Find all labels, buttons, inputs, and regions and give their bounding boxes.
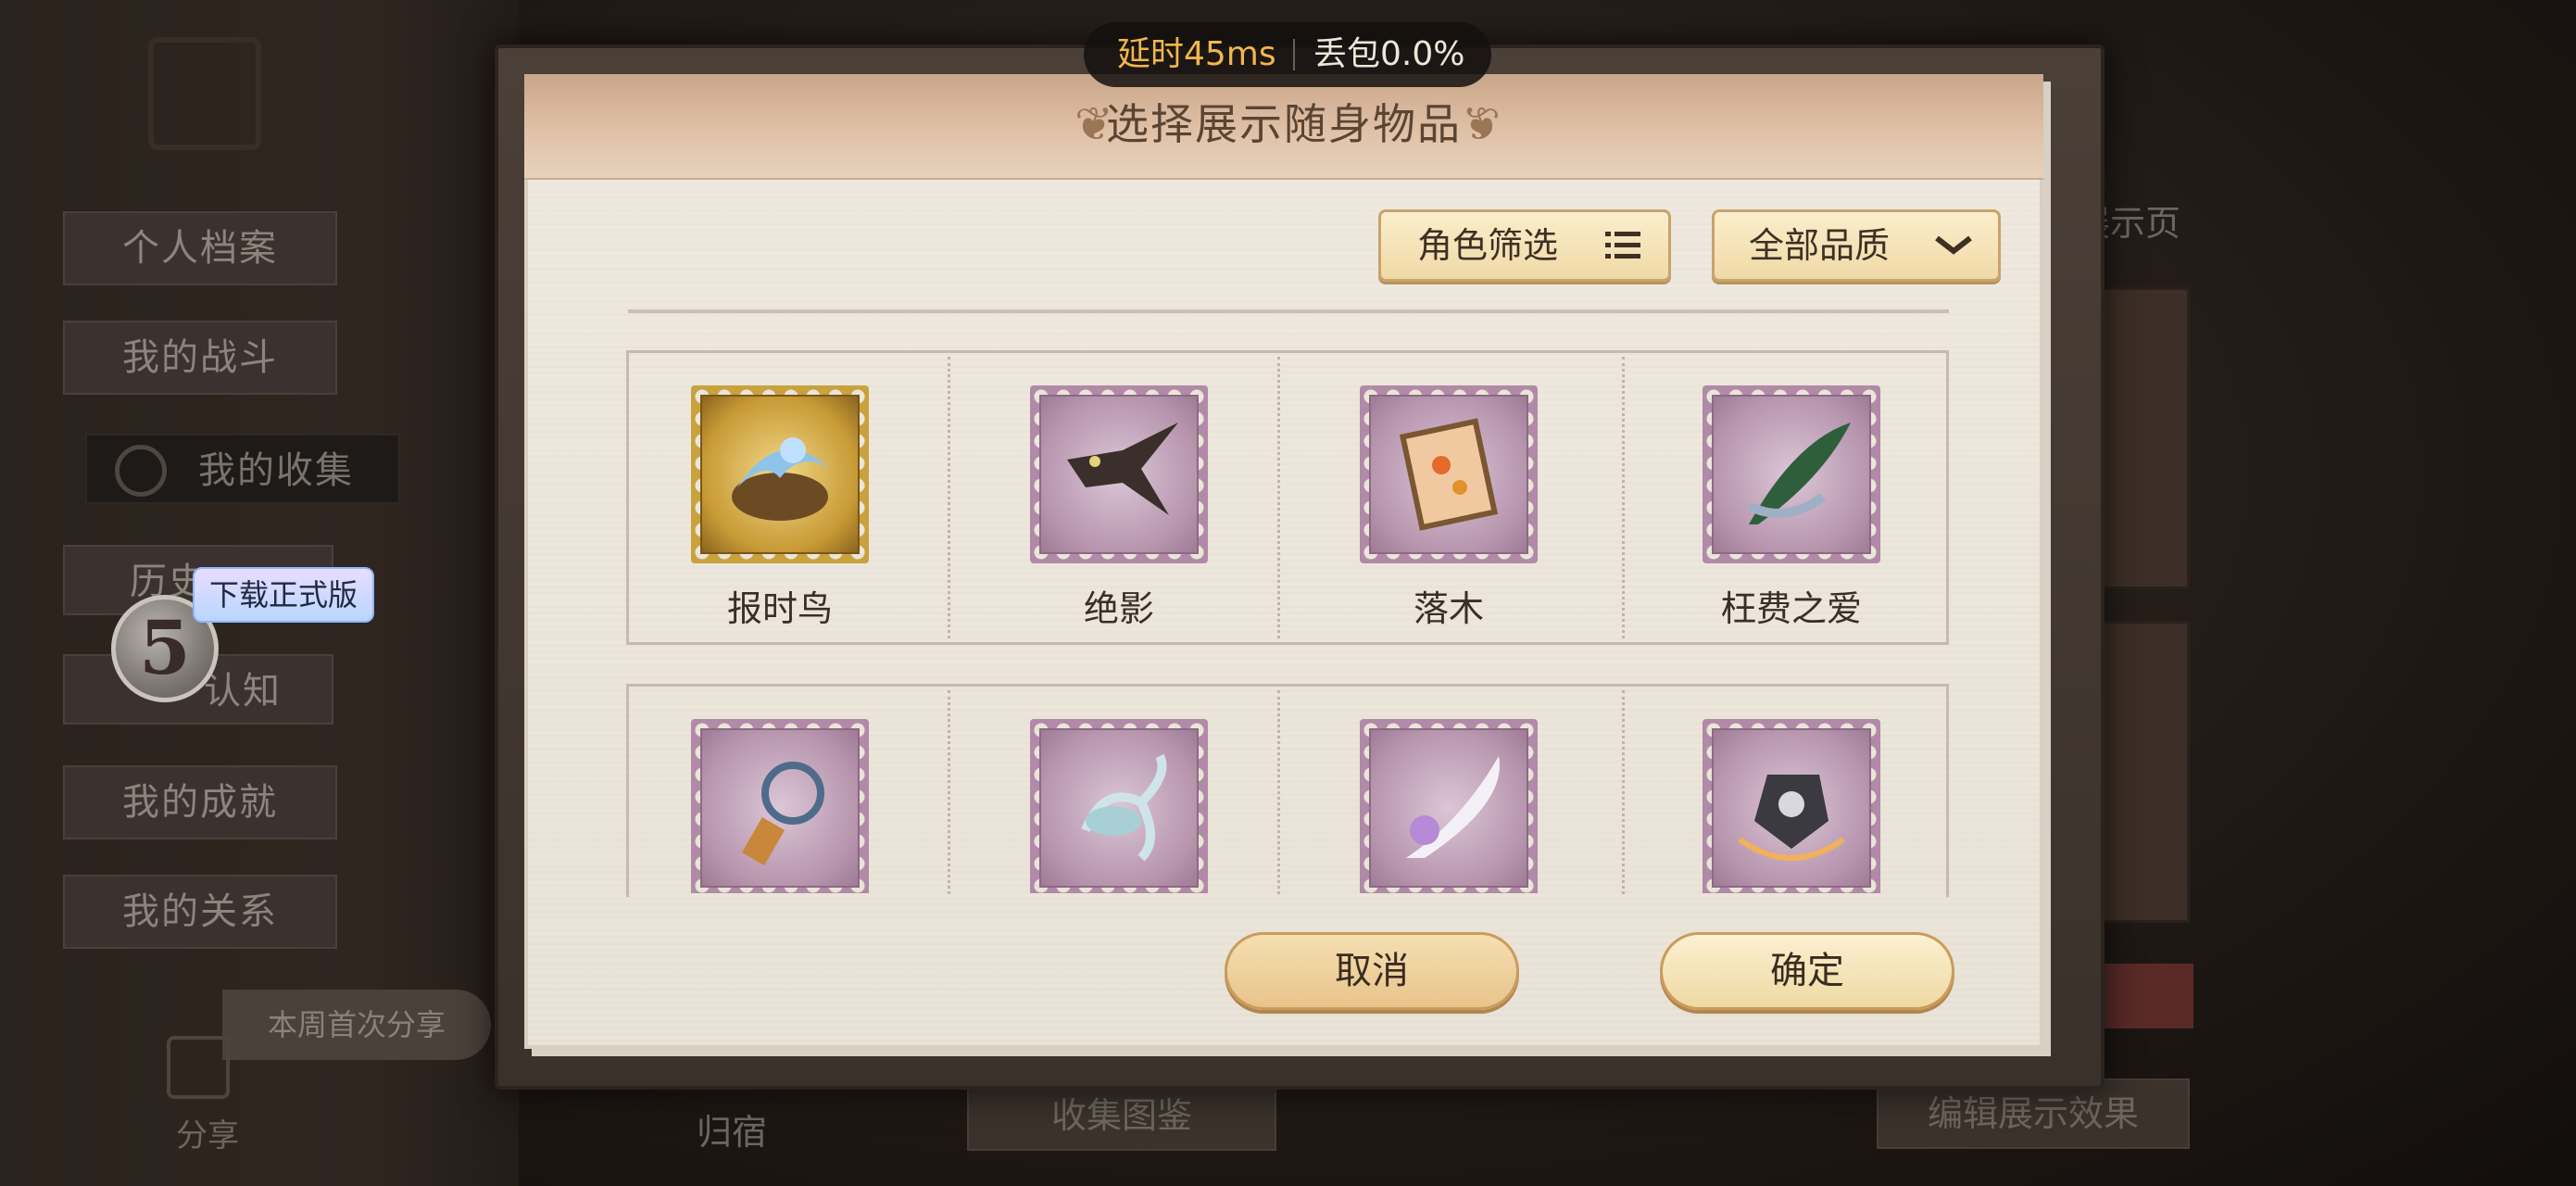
dialog-title: 选择展示随身物品 [1106, 99, 1462, 149]
latency-text: 延时45ms [1117, 35, 1276, 73]
item-row-2-viewport [615, 688, 1949, 893]
item-stamp [691, 719, 869, 893]
autumn-leaves-frame-icon [1399, 418, 1499, 531]
item-name: 枉费之爱 [1720, 588, 1862, 629]
quality-filter-dropdown[interactable]: 全部品质 [1712, 209, 2001, 282]
quality-filter-label: 全部品质 [1748, 225, 1890, 266]
item-card-wasted-love[interactable]: 枉费之爱 [1627, 354, 1956, 641]
item-stamp [1360, 719, 1538, 893]
item-stamp [1030, 719, 1208, 893]
menu-item-profile[interactable]: 个人档案 [63, 211, 337, 285]
menu-item-label: 我的收集 [198, 449, 354, 492]
item-card[interactable] [1627, 688, 1949, 893]
feather-ribbon-icon [1746, 423, 1851, 524]
hawk-icon [1067, 423, 1178, 515]
weekly-share-banner[interactable]: 本周首次分享 [222, 990, 491, 1060]
chevron-down-icon [1935, 235, 1972, 255]
menu-item-battles[interactable]: 我的战斗 [63, 321, 337, 395]
collection-guide-button[interactable]: 收集图鉴 [967, 1080, 1276, 1151]
column-separator [948, 357, 950, 638]
packet-loss-text: 丢包0.0% [1313, 35, 1465, 73]
menu-item-collection[interactable]: 我的收集 [85, 434, 400, 504]
item-stamp [1703, 719, 1880, 893]
exit-icon[interactable] [148, 37, 261, 150]
item-stamp [1030, 385, 1208, 563]
home-button[interactable]: 归宿 [648, 1099, 815, 1166]
item-card-luomu[interactable]: 落木 [1284, 354, 1614, 641]
menu-item-relations[interactable]: 我的关系 [63, 875, 337, 949]
display-card[interactable] [2092, 964, 2193, 1028]
cancel-button[interactable]: 取消 [1225, 932, 1519, 1010]
item-name: 报时鸟 [726, 588, 833, 629]
column-separator [1622, 357, 1625, 638]
silver-crest-icon [1738, 775, 1845, 861]
quill-feather-icon [1406, 756, 1500, 858]
bird-nest-icon [732, 437, 830, 521]
item-name: 绝影 [1083, 588, 1154, 629]
trinket-chain-icon [741, 762, 824, 866]
divider [1293, 39, 1295, 70]
section-divider [628, 309, 1949, 313]
share-label: 分享 [176, 1117, 239, 1154]
item-card[interactable] [954, 688, 1284, 893]
item-card[interactable] [1284, 688, 1614, 893]
share-icon[interactable] [167, 1036, 230, 1099]
list-icon [1605, 232, 1640, 259]
ghost-deer-icon [1081, 753, 1167, 862]
item-name: 落木 [1413, 588, 1484, 629]
item-stamp [1360, 385, 1538, 563]
download-full-version-tip[interactable]: 下载正式版 [193, 567, 375, 623]
item-card-jueying[interactable]: 绝影 [954, 354, 1284, 641]
item-stamp [691, 385, 869, 563]
confirm-button[interactable]: 确定 [1660, 932, 1954, 1010]
menu-item-achievements[interactable]: 我的成就 [63, 765, 337, 839]
shield-icon [115, 445, 167, 497]
item-card[interactable] [615, 688, 945, 893]
role-filter-button[interactable]: 角色筛选 [1378, 209, 1671, 282]
item-card-clock-bird[interactable]: 报时鸟 [615, 354, 945, 641]
role-filter-label: 角色筛选 [1416, 225, 1558, 266]
item-stamp [1703, 385, 1880, 563]
network-status: 延时45ms 丢包0.0% [1084, 22, 1491, 87]
